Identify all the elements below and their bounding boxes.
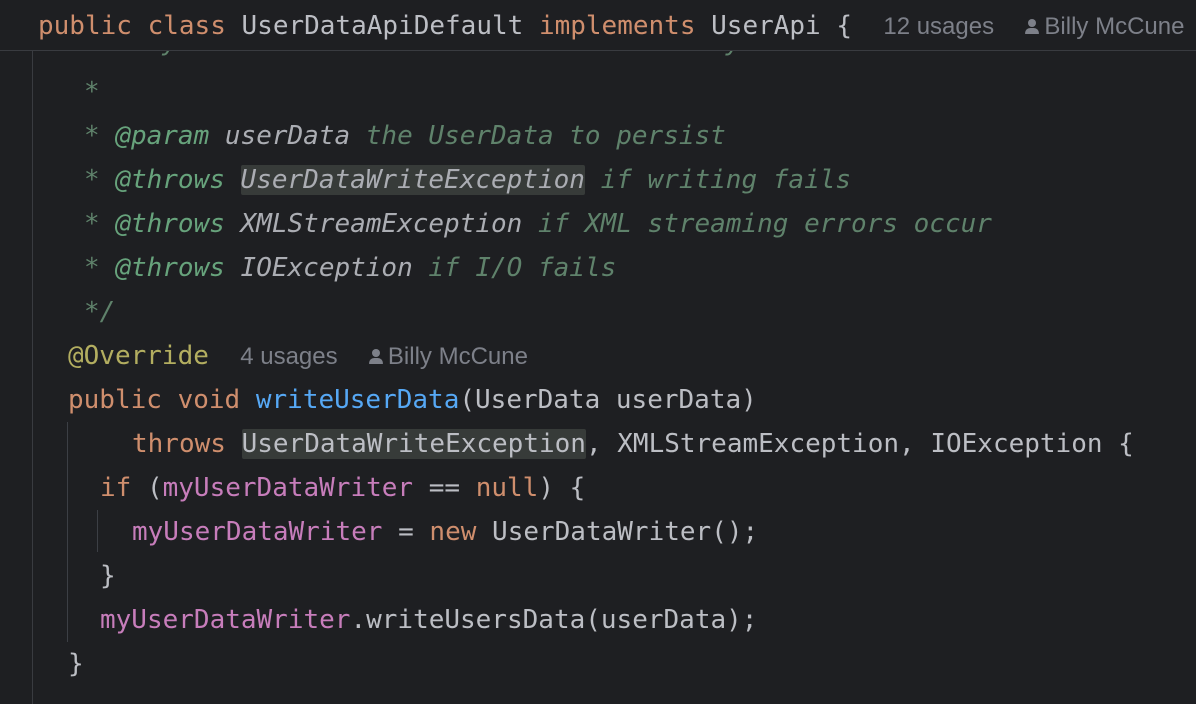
sticky-class-header[interactable]: public class UserDataApiDefault implemen… [0,0,1196,51]
keyword-throws: throws [132,429,226,459]
keyword-null: null [475,473,539,503]
javadoc-partial-line: * Lazy initializes the writer if necessa… [84,50,757,64]
paren-open: ( [146,473,163,503]
code-body[interactable]: * Lazy initializes the writer if necessa… [0,50,1196,704]
person-icon [368,349,383,365]
javadoc-star-line: * [84,77,100,107]
field-reference[interactable]: myUserDataWriter [132,517,382,547]
method-name[interactable]: writeUserData [256,385,460,415]
doc-tag-param: @param [115,121,210,151]
doc-throws-type[interactable]: XMLStreamException [241,209,523,239]
javadoc-throws-line: * @throws IOException if I/O fails [84,246,616,290]
keyword-public: public [38,11,132,41]
person-icon [1025,19,1040,35]
open-brace: { [836,11,853,41]
doc-throws-desc: if I/O fails [428,253,617,283]
operator: = [382,517,430,547]
interface-name[interactable]: UserApi [711,11,821,41]
doc-throws-desc: if XML streaming errors occur [537,209,992,239]
doc-tag-throws: @throws [115,209,225,239]
method-call: .writeUsersData(userData); [350,605,758,635]
javadoc-throws-line: * @throws XMLStreamException if XML stre… [84,202,992,246]
indent-guide [97,510,98,552]
indent-guide [67,422,68,642]
doc-param-desc: the UserData to persist [365,121,726,151]
if-close: ) { [538,473,586,503]
field-reference[interactable]: myUserDataWriter [163,473,413,503]
doc-throws-desc: if writing fails [600,165,852,195]
author-name: Billy McCune [1044,13,1185,40]
method-call-statement: myUserDataWriter.writeUsersData(userData… [100,598,757,642]
usages-hint[interactable]: 4 usages [240,343,337,370]
doc-star: * [84,165,100,195]
constructor-call: UserDataWriter(); [476,517,759,547]
keyword-class: class [147,11,226,41]
doc-tag-throws: @throws [115,253,225,283]
doc-star: * [84,253,100,283]
keyword-implements: implements [538,11,696,41]
doc-tag-throws: @throws [115,165,225,195]
keyword-if: if [100,473,132,503]
usages-hint[interactable]: 12 usages [883,13,994,40]
if-close-brace: } [100,561,116,591]
assignment-statement: myUserDataWriter = new UserDataWriter(); [132,510,758,554]
class-name[interactable]: UserDataApiDefault [242,11,524,41]
operator: == [413,473,476,503]
author-hint[interactable]: Billy McCune [1025,13,1184,40]
doc-star: * [84,209,100,239]
doc-throws-type[interactable]: UserDataWriteException [240,165,585,195]
if-statement: if (myUserDataWriter == null) { [100,466,585,510]
javadoc-throws-line: * @throws UserDataWriteException if writ… [84,158,851,202]
override-annotation[interactable]: @Override [68,341,209,371]
method-signature: public void writeUserData(UserData userD… [68,378,757,422]
doc-star: * [84,121,100,151]
method-close-brace: } [68,649,84,679]
class-declaration[interactable]: public class UserDataApiDefault implemen… [38,4,1184,48]
author-name: Billy McCune [387,343,528,370]
code-editor[interactable]: public class UserDataApiDefault implemen… [0,0,1196,704]
throws-clause: throws UserDataWriteException, XMLStream… [132,422,1134,466]
annotation-line: @Override 4 usages Billy McCune [68,334,528,378]
exception-types-rest: , XMLStreamException, IOException { [585,429,1134,459]
doc-throws-type[interactable]: IOException [241,253,413,283]
doc-param-name: userData [224,121,351,151]
javadoc-end: */ [84,297,116,327]
keyword-public: public [68,385,162,415]
exception-type[interactable]: UserDataWriteException [241,429,586,459]
field-reference[interactable]: myUserDataWriter [100,605,350,635]
javadoc-param-line: * @param userData the UserData to persis… [84,114,726,158]
author-hint[interactable]: Billy McCune [368,343,528,370]
keyword-void: void [177,385,241,415]
method-params: (UserData userData) [459,385,757,415]
keyword-new: new [429,517,477,547]
